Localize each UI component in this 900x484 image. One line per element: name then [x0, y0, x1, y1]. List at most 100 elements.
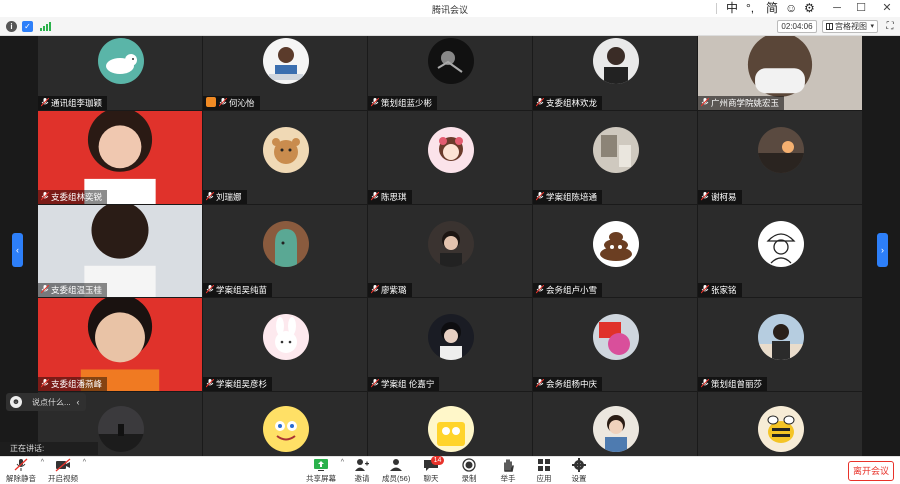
participant-tile[interactable]: 廖紫璐	[368, 205, 532, 297]
minimize-button[interactable]: ─	[826, 0, 848, 17]
participant-tile[interactable]	[203, 392, 367, 456]
participant-avatar	[428, 314, 474, 360]
apps-grid-icon	[536, 458, 552, 472]
ime-simplified-toggle[interactable]: 简	[766, 0, 778, 17]
participant-name-label: 学案组吴纯苗	[216, 285, 268, 295]
participant-name: 学案组吴纯苗	[203, 283, 273, 297]
participant-avatar	[263, 221, 309, 267]
smiley-icon[interactable]: ☻	[10, 396, 22, 408]
chevron-up-icon[interactable]: ^	[83, 459, 86, 466]
share-screen-label: 共享屏幕	[306, 474, 336, 483]
participant-name: 会务组杨中庆	[533, 377, 603, 391]
participant-name-label: 支委组潘燕峰	[51, 379, 103, 389]
start-video-button[interactable]: 开启视频 ^	[48, 458, 86, 484]
settings-button[interactable]: 设置	[567, 458, 591, 484]
raise-hand-button[interactable]: 举手	[496, 458, 520, 484]
participant-tile[interactable]: 会务组杨中庆	[533, 298, 697, 391]
ime-punctuation-toggle[interactable]: °,	[746, 0, 754, 17]
participant-name: 学案组陈培通	[533, 190, 603, 204]
invite-button[interactable]: 邀请	[350, 458, 374, 484]
participant-name-label: 通讯组李珈颖	[51, 98, 103, 108]
share-screen-button[interactable]: 共享屏幕 ^	[306, 458, 344, 484]
host-badge-icon	[206, 97, 216, 107]
participant-tile[interactable]: 广州商学院姚宏玉	[698, 36, 862, 110]
participant-tile[interactable]: 支委组林欢龙	[533, 36, 697, 110]
leave-meeting-button[interactable]: 离开会议	[848, 461, 894, 481]
meeting-info-bar: i ✓ 02:04:06 宫格视图 ▾ ⛶	[0, 17, 900, 36]
participant-tile[interactable]: 学案组吴彦杉	[203, 298, 367, 391]
participant-tile[interactable]: 策划组蓝少彬	[368, 36, 532, 110]
meeting-toolbar: 解除静音 ^ 开启视频 ^ 共享屏幕 ^ 邀请 成员(56) 14 聊天 录制 …	[0, 456, 900, 484]
add-user-icon	[354, 458, 370, 472]
chat-collapse-button[interactable]: ‹	[72, 395, 84, 409]
view-mode-dropdown[interactable]: 宫格视图 ▾	[822, 20, 878, 33]
ime-emoji-icon[interactable]: ☺	[785, 0, 797, 17]
unmute-button[interactable]: 解除静音 ^	[6, 458, 44, 484]
muted-mic-icon	[370, 191, 380, 201]
hand-icon	[500, 458, 516, 472]
chevron-up-icon[interactable]: ^	[41, 459, 44, 466]
participant-name-label: 支委组林欢龙	[546, 98, 598, 108]
next-page-arrow[interactable]: ›	[877, 233, 888, 267]
participant-tile[interactable]	[368, 392, 532, 456]
security-shield-icon[interactable]: ✓	[22, 21, 33, 32]
ime-settings-icon[interactable]: ⚙	[804, 0, 815, 17]
record-button[interactable]: 录制	[457, 458, 481, 484]
participant-tile[interactable]: 学案组陈培通	[533, 111, 697, 204]
window-title: 腾讯会议	[431, 5, 468, 15]
muted-mic-icon	[535, 191, 545, 201]
participant-tile[interactable]: 张家铭	[698, 205, 862, 297]
previous-page-arrow[interactable]: ‹	[12, 233, 23, 267]
meeting-info-icon[interactable]: i	[6, 21, 17, 32]
chat-quick-input[interactable]: ☻ 说点什么... ‹	[6, 393, 86, 411]
settings-label: 设置	[571, 474, 587, 483]
participant-tile[interactable]: 何沁怡	[203, 36, 367, 110]
muted-mic-icon	[700, 378, 710, 388]
participant-tile[interactable]: 学案组 伦嘉宁	[368, 298, 532, 391]
participant-tile[interactable]: 学案组吴纯苗	[203, 205, 367, 297]
chat-button[interactable]: 14 聊天	[419, 456, 444, 484]
video-off-icon	[55, 458, 71, 472]
participant-tile[interactable]	[698, 392, 862, 456]
participant-avatar	[758, 314, 804, 360]
share-screen-icon	[313, 458, 329, 472]
participant-tile[interactable]: 支委组温玉桂	[38, 205, 202, 297]
participant-tile[interactable]: 会务组卢小雪	[533, 205, 697, 297]
participant-name: 支委组潘燕峰	[38, 377, 108, 391]
muted-mic-icon	[370, 97, 380, 107]
chevron-up-icon[interactable]: ^	[341, 459, 344, 466]
participant-tile[interactable]: 策划组曾丽莎	[698, 298, 862, 391]
chat-label: 聊天	[423, 474, 439, 483]
view-mode-label: 宫格视图	[835, 22, 867, 31]
start-video-label: 开启视频	[48, 474, 78, 483]
record-icon	[461, 458, 477, 472]
participant-tile[interactable]	[533, 392, 697, 456]
fullscreen-button[interactable]: ⛶	[884, 20, 896, 33]
muted-mic-icon	[370, 284, 380, 294]
participant-name: 陈思琪	[368, 190, 412, 204]
muted-mic-icon	[13, 458, 29, 472]
muted-mic-icon	[40, 97, 50, 107]
participant-tile[interactable]: 陈思琪	[368, 111, 532, 204]
participant-avatar	[428, 38, 474, 84]
participant-name: 学案组吴彦杉	[203, 377, 273, 391]
participant-name: 支委组温玉桂	[38, 283, 108, 297]
speaking-indicator: 正在讲话:	[0, 442, 98, 455]
participant-tile[interactable]: 谢柯易	[698, 111, 862, 204]
participant-tile[interactable]: 通讯组李珈颖	[38, 36, 202, 110]
close-button[interactable]: ✕	[876, 0, 898, 17]
chat-placeholder[interactable]: 说点什么...	[32, 397, 71, 408]
participant-avatar	[593, 127, 639, 173]
participant-tile[interactable]: 支委组潘燕峰	[38, 298, 202, 391]
network-signal-icon[interactable]	[40, 22, 52, 31]
participant-tile[interactable]: 刘瑞娜	[203, 111, 367, 204]
participant-name-label: 何沁怡	[229, 98, 255, 108]
members-button[interactable]: 成员(56)	[382, 458, 410, 484]
ime-chinese-toggle[interactable]: 中	[726, 0, 738, 17]
muted-mic-icon	[535, 97, 545, 107]
participant-tile[interactable]: 支委组林奕锐	[38, 111, 202, 204]
apps-button[interactable]: 应用	[532, 458, 556, 484]
maximize-button[interactable]: ☐	[850, 0, 872, 17]
participant-avatar	[263, 38, 309, 84]
participant-name-label: 广州商学院姚宏玉	[711, 98, 780, 108]
